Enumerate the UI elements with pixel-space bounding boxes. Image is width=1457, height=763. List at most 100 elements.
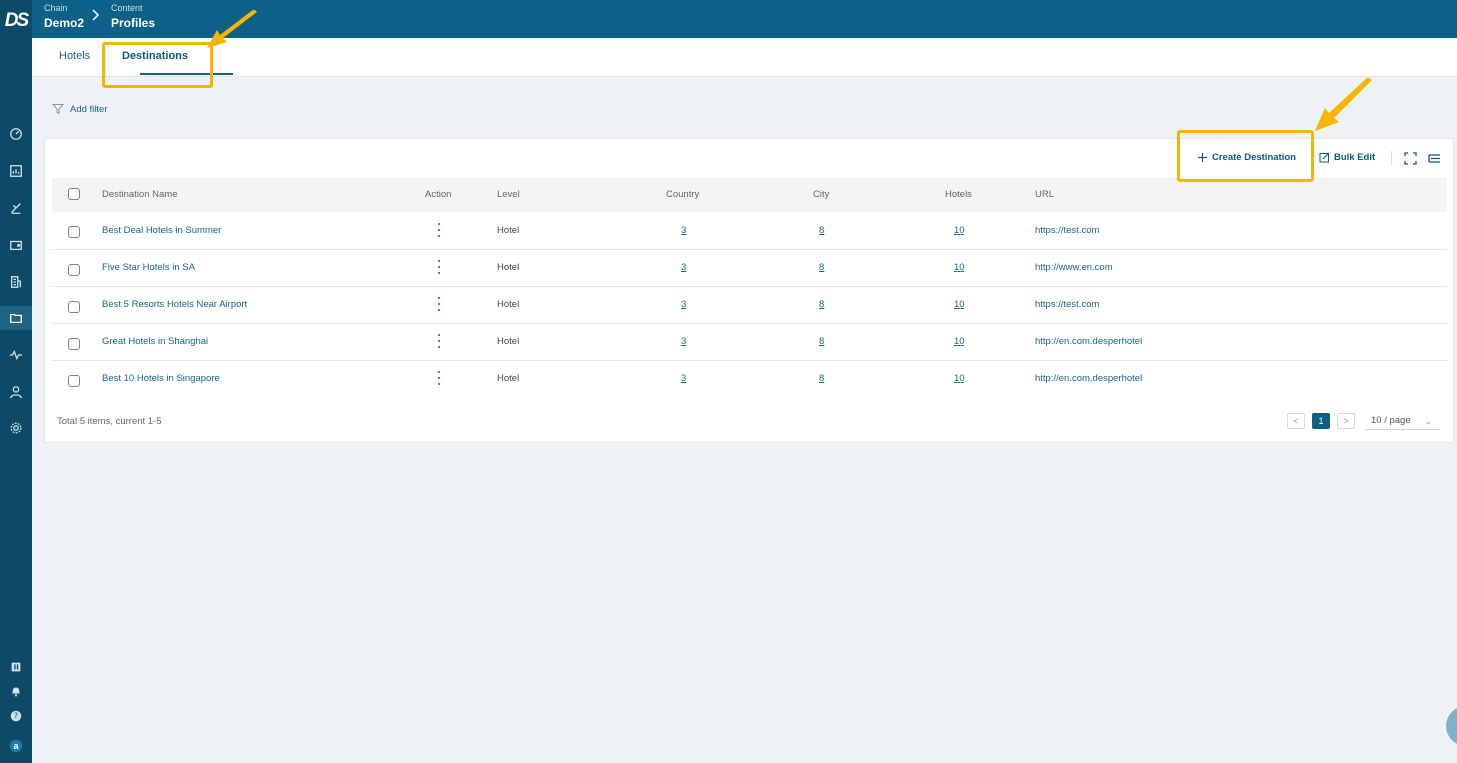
edit-icon	[1319, 153, 1329, 163]
hotels-count-link[interactable]: 10	[954, 336, 965, 347]
url-link[interactable]: http://en.com.desperhotel	[1035, 336, 1142, 347]
settings-icon[interactable]	[4, 416, 28, 440]
avatar-letter: a	[13, 741, 19, 751]
url-link[interactable]: https://test.com	[1035, 225, 1099, 236]
url-link[interactable]: http://www.en.com	[1035, 262, 1113, 273]
row-checkbox[interactable]	[68, 338, 80, 350]
breadcrumb-content-caption: Content	[111, 3, 143, 13]
country-count-link[interactable]: 3	[681, 225, 686, 236]
next-page-button[interactable]: >	[1337, 413, 1355, 429]
select-all-checkbox[interactable]	[68, 188, 80, 200]
grid-icon[interactable]	[4, 655, 28, 679]
country-count-link[interactable]: 3	[681, 373, 686, 384]
destination-name-link[interactable]: Best 10 Hotels in Singapore	[102, 373, 220, 384]
destination-name-link[interactable]: Five Star Hotels in SA	[102, 262, 195, 273]
url-link[interactable]: http://en.com.desperhotel	[1035, 373, 1142, 384]
total-items-text: Total 5 items, current 1-5	[57, 416, 162, 427]
col-level[interactable]: Level	[497, 189, 520, 200]
level-cell: Hotel	[497, 336, 520, 347]
city-count-link[interactable]: 8	[819, 225, 824, 236]
filter-icon	[52, 104, 64, 115]
country-count-link[interactable]: 3	[681, 299, 686, 310]
level-cell: Hotel	[497, 373, 520, 384]
floating-help-button[interactable]	[1446, 706, 1457, 746]
col-destination-name[interactable]: Destination Name	[102, 189, 178, 200]
row-checkbox[interactable]	[68, 264, 80, 276]
svg-text:?: ?	[14, 712, 18, 721]
page-number: 1	[1318, 416, 1324, 426]
create-button-highlight-box	[1177, 130, 1314, 182]
row-checkbox[interactable]	[68, 226, 80, 238]
col-action: Action	[425, 189, 452, 200]
annotation-arrow-icon	[207, 10, 257, 48]
prev-page-button[interactable]: <	[1287, 413, 1305, 429]
avatar[interactable]: a	[4, 734, 28, 758]
add-filter-label: Add filter	[70, 103, 108, 115]
content-folder-icon[interactable]	[0, 306, 32, 330]
more-actions-icon[interactable]	[436, 297, 442, 311]
help-icon[interactable]: ?	[4, 704, 28, 728]
city-count-link[interactable]: 8	[819, 336, 824, 347]
destination-name-link[interactable]: Great Hotels in Shanghai	[102, 336, 208, 347]
page-size-select[interactable]: 10 / page ⌄	[1365, 413, 1440, 430]
dashboard-icon[interactable]	[4, 122, 28, 146]
bulk-edit-button[interactable]: Bulk Edit	[1319, 152, 1375, 163]
more-actions-icon[interactable]	[436, 334, 442, 348]
table-row: Best 5 Resorts Hotels Near Airport Hotel…	[52, 287, 1447, 324]
url-link[interactable]: https://test.com	[1035, 299, 1099, 310]
level-cell: Hotel	[497, 225, 520, 236]
hotels-count-link[interactable]: 10	[954, 299, 965, 310]
table-header: Destination Name Action Level Country Ci…	[52, 178, 1447, 212]
wallet-icon[interactable]	[4, 233, 28, 257]
table-row: Five Star Hotels in SA Hotel 3 8 10 http…	[52, 250, 1447, 287]
tab-hotels[interactable]: Hotels	[59, 50, 90, 62]
annotation-arrow-icon	[1315, 78, 1372, 131]
app-logo[interactable]: DS	[0, 6, 32, 36]
add-filter-button[interactable]: Add filter	[52, 103, 108, 115]
tab-highlight-box	[102, 42, 213, 88]
city-count-link[interactable]: 8	[819, 262, 824, 273]
breadcrumb-chain-caption: Chain	[44, 3, 68, 13]
row-checkbox[interactable]	[68, 301, 80, 313]
breadcrumb-chain[interactable]: Chain Demo2	[44, 2, 84, 32]
reports-icon[interactable]	[4, 159, 28, 183]
breadcrumb-content[interactable]: Content Profiles	[111, 2, 155, 32]
activity-icon[interactable]	[4, 343, 28, 367]
col-hotels[interactable]: Hotels	[945, 189, 972, 200]
country-count-link[interactable]: 3	[681, 336, 686, 347]
breadcrumb-chain-value: Demo2	[44, 16, 85, 30]
row-checkbox[interactable]	[68, 375, 80, 387]
col-city[interactable]: City	[813, 189, 829, 200]
building-icon[interactable]	[4, 270, 28, 294]
destination-name-link[interactable]: Best 5 Resorts Hotels Near Airport	[102, 299, 247, 310]
toolbar-divider	[1391, 151, 1392, 165]
chevron-right-icon	[92, 9, 100, 21]
bulk-edit-label: Bulk Edit	[1334, 152, 1376, 163]
fullscreen-icon[interactable]	[1402, 150, 1418, 166]
destinations-card: Create Destination Bulk Edit Destination…	[44, 138, 1454, 443]
left-nav: DS ? a	[0, 0, 32, 763]
destination-name-link[interactable]: Best Deal Hotels in Summer	[102, 225, 221, 236]
city-count-link[interactable]: 8	[819, 373, 824, 384]
chevron-left-icon: <	[1293, 416, 1299, 426]
col-url[interactable]: URL	[1035, 189, 1054, 200]
table-row: Best Deal Hotels in Summer Hotel 3 8 10 …	[52, 213, 1447, 250]
level-cell: Hotel	[497, 299, 520, 310]
pricing-icon[interactable]	[4, 196, 28, 220]
hotels-count-link[interactable]: 10	[954, 373, 965, 384]
country-count-link[interactable]: 3	[681, 262, 686, 273]
more-actions-icon[interactable]	[436, 223, 442, 237]
page-size-value: 10 / page	[1371, 415, 1411, 426]
more-actions-icon[interactable]	[436, 260, 442, 274]
page-1-button[interactable]: 1	[1312, 413, 1330, 429]
hotels-count-link[interactable]: 10	[954, 262, 965, 273]
bell-icon[interactable]	[4, 679, 28, 703]
chevron-down-icon: ⌄	[1424, 416, 1432, 426]
user-icon[interactable]	[4, 380, 28, 404]
column-settings-icon[interactable]	[1426, 150, 1442, 166]
city-count-link[interactable]: 8	[819, 299, 824, 310]
hotels-count-link[interactable]: 10	[954, 225, 965, 236]
breadcrumb-content-value: Profiles	[111, 16, 156, 30]
col-country[interactable]: Country	[666, 189, 699, 200]
more-actions-icon[interactable]	[436, 371, 442, 385]
